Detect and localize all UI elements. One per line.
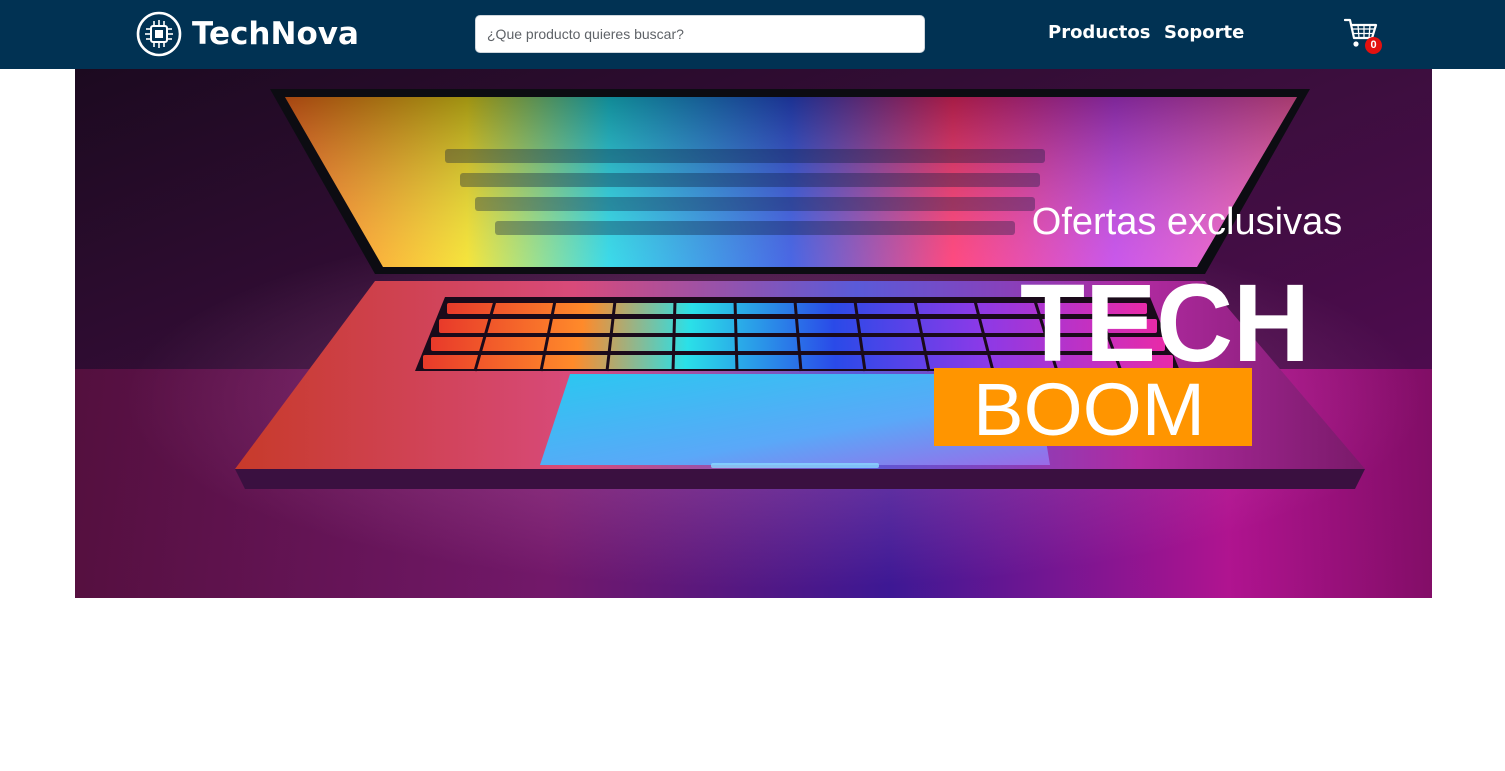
search-input[interactable] bbox=[476, 16, 924, 52]
laptop-keyboard-image: Ofertas exclusivas TECH BOOM bbox=[75, 69, 1432, 598]
nav-productos-link[interactable]: Productos bbox=[1048, 22, 1151, 43]
banner-subtitle: Ofertas exclusivas bbox=[1032, 201, 1342, 243]
cart-button[interactable]: 0 bbox=[1344, 17, 1384, 55]
brand-name: TechNova bbox=[192, 16, 359, 52]
banner-title-tech: TECH bbox=[1020, 262, 1310, 385]
nav-soporte-link[interactable]: Soporte bbox=[1164, 22, 1244, 43]
top-navbar: TechNova Productos Soporte 0 bbox=[0, 0, 1505, 69]
cart-count-badge: 0 bbox=[1365, 37, 1382, 54]
circuit-chip-icon bbox=[136, 11, 182, 57]
hero-banner[interactable]: Ofertas exclusivas TECH BOOM bbox=[75, 69, 1432, 598]
banner-title-boom: BOOM bbox=[973, 368, 1205, 451]
brand-home-link[interactable]: TechNova bbox=[136, 10, 359, 58]
search-box bbox=[475, 15, 925, 53]
